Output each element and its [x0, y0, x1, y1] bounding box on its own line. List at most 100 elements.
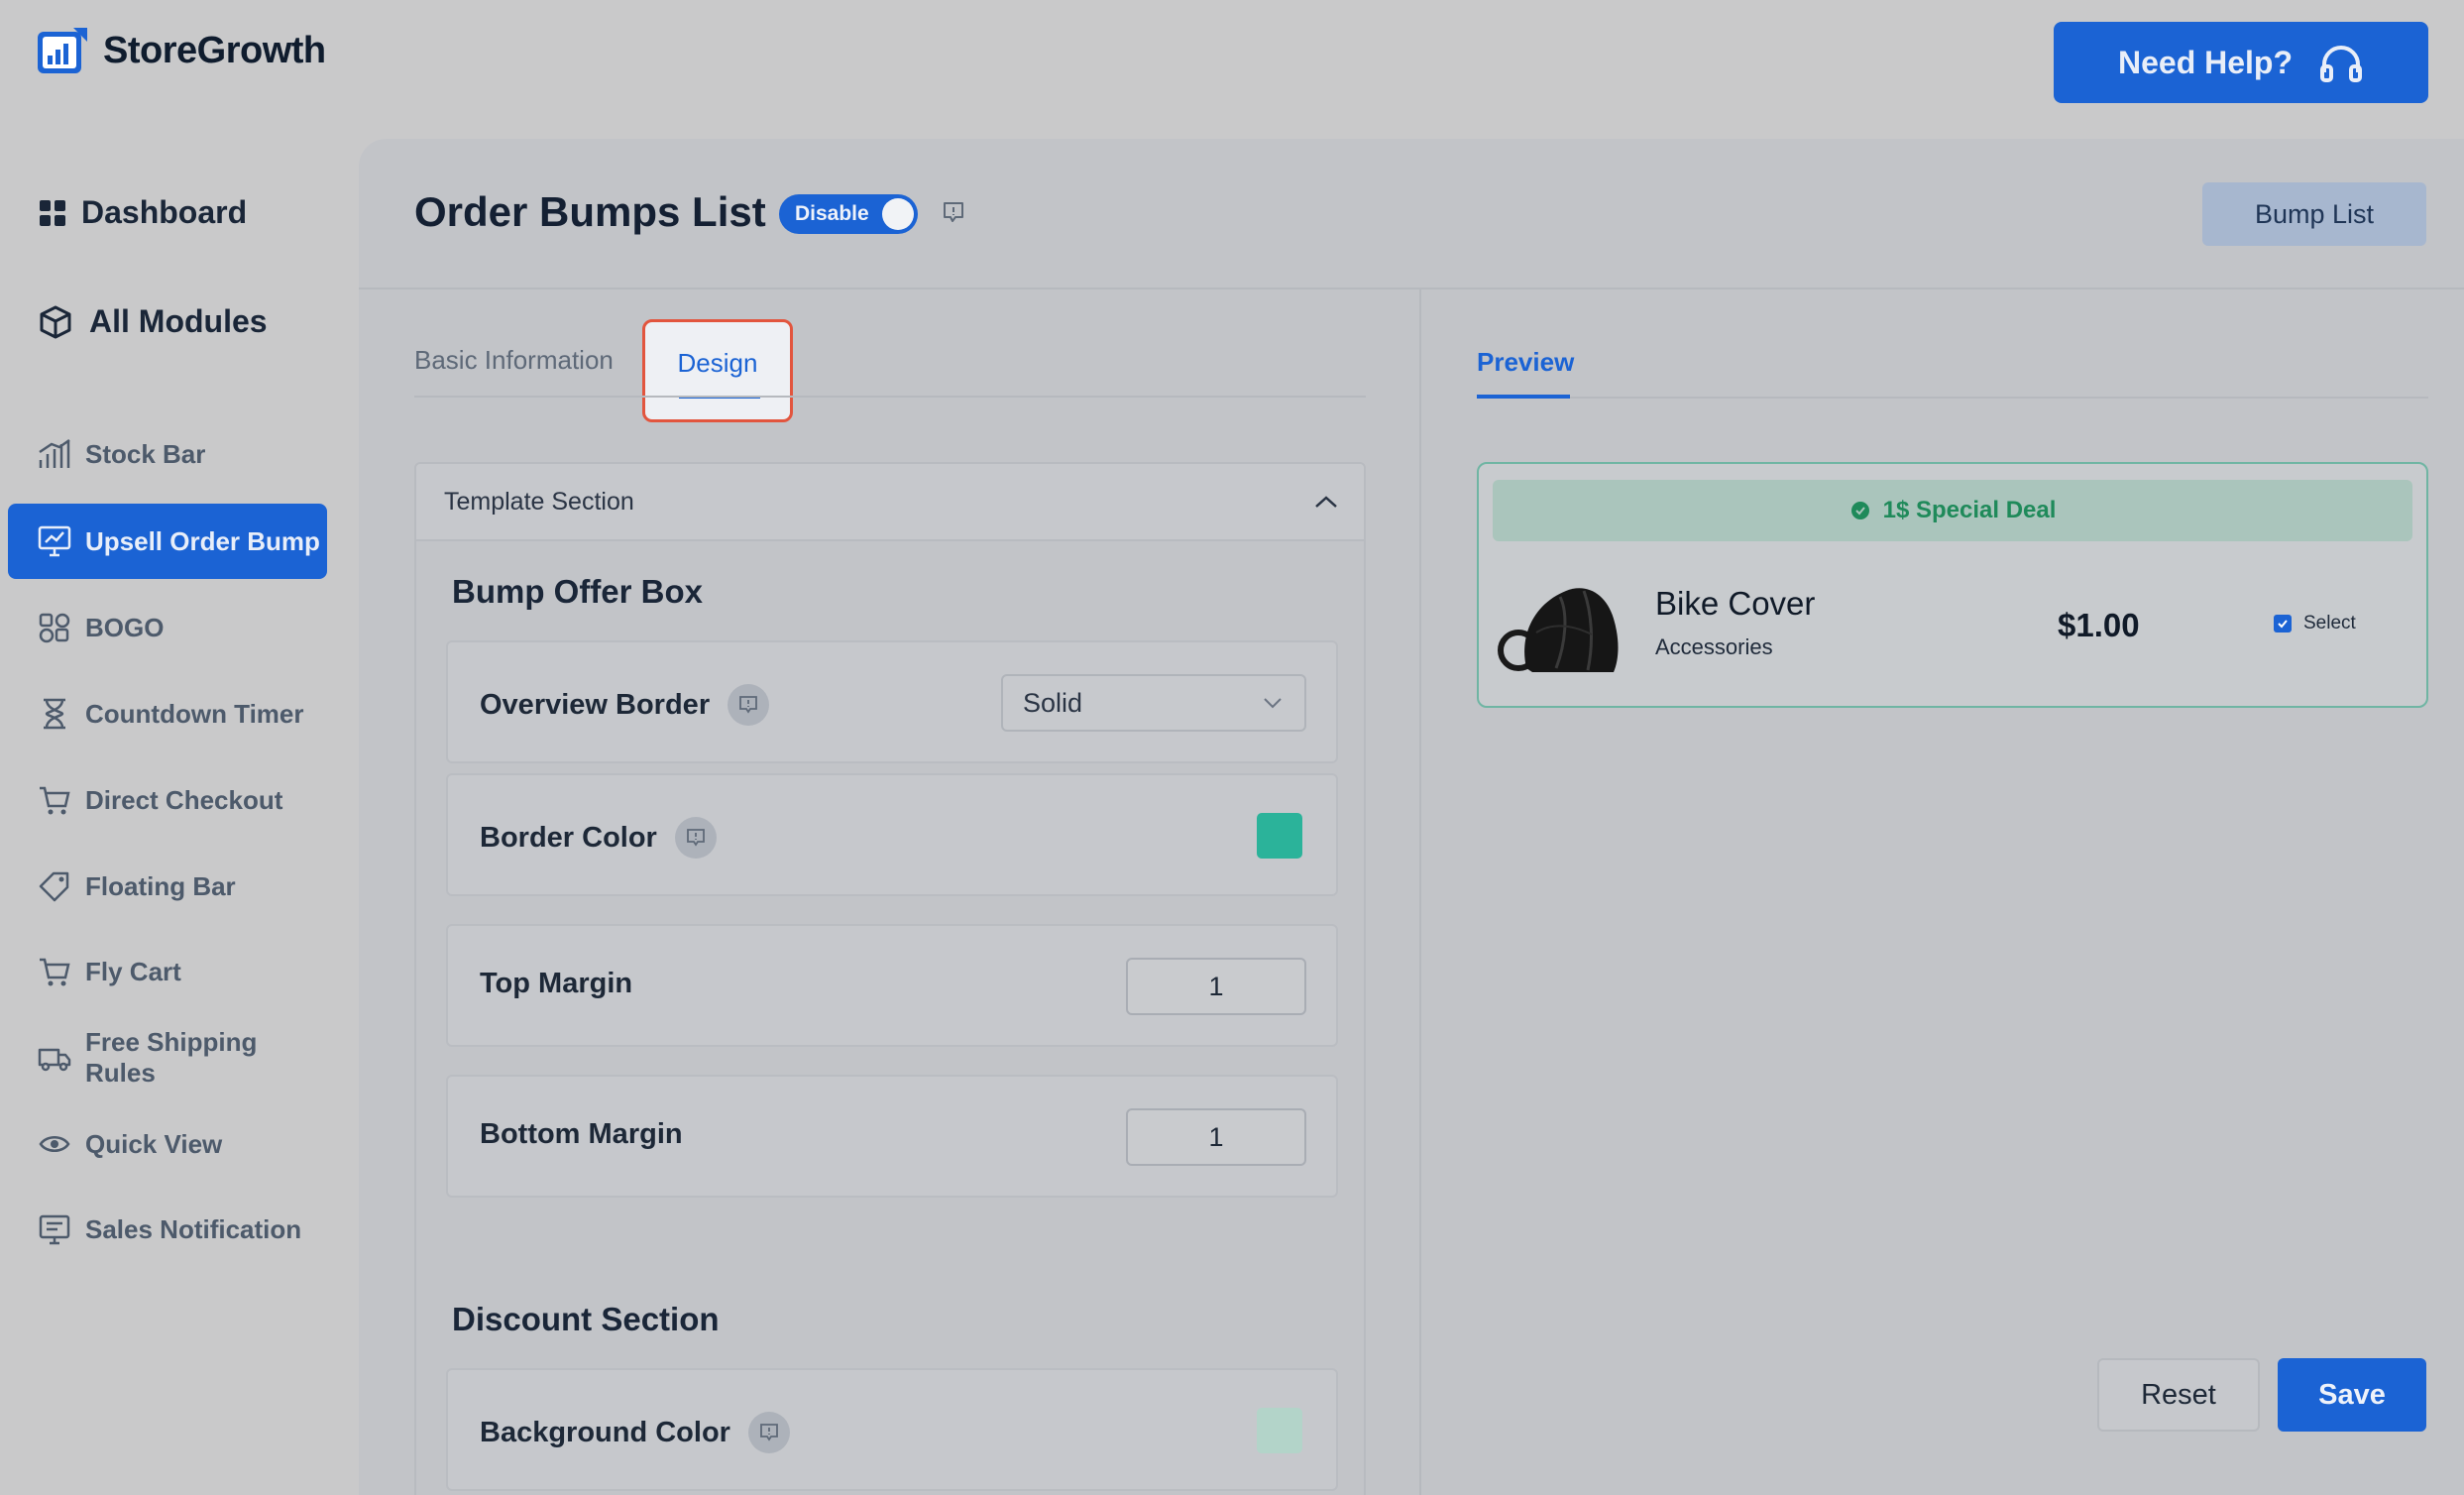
product-price: $1.00: [2058, 607, 2140, 643]
background-color-row: Background Color: [446, 1368, 1338, 1491]
preview-tab-indicator: [1477, 395, 1570, 399]
reset-button[interactable]: Reset: [2097, 1358, 2260, 1432]
overview-border-label: Overview Border: [480, 688, 711, 721]
top-margin-input[interactable]: 1: [1126, 958, 1306, 1015]
logo-icon: [38, 28, 87, 73]
special-deal-banner: 1$ Special Deal: [1493, 480, 2412, 541]
bogo-icon: [39, 613, 70, 643]
sidebar-item-label: Stock Bar: [85, 438, 206, 469]
save-button[interactable]: Save: [2278, 1358, 2426, 1432]
top-margin-label-group: Top Margin: [480, 968, 632, 1000]
border-color-swatch[interactable]: [1257, 813, 1302, 859]
sidebar-item-upsell-order-bump[interactable]: Upsell Order Bump: [8, 504, 327, 579]
order-bump-preview-card: 1$ Special Deal Bike Cover Accessories $…: [1477, 462, 2428, 708]
tab-preview[interactable]: Preview: [1477, 347, 1574, 378]
toggle-label: Disable: [795, 202, 869, 225]
sidebar-item-stock-bar[interactable]: Stock Bar: [8, 416, 327, 492]
toggle-knob: [882, 198, 914, 230]
info-icon[interactable]: [728, 684, 770, 726]
sidebar-item-quick-view[interactable]: Quick View: [8, 1106, 327, 1182]
cart-icon: [40, 786, 70, 815]
top-margin-label: Top Margin: [480, 968, 633, 999]
chevron-down-icon: [1264, 698, 1282, 709]
enable-toggle[interactable]: Disable: [779, 194, 918, 234]
cart-icon: [40, 958, 70, 986]
tabs-divider: [414, 396, 1366, 398]
grid-icon: [40, 199, 65, 226]
sidebar-item-label: Upsell Order Bump: [85, 525, 320, 556]
sidebar-item-label: BOGO: [85, 612, 165, 642]
page-title: Order Bumps List: [414, 188, 766, 235]
bump-offer-box-title: Bump Offer Box: [452, 573, 704, 610]
need-help-label: Need Help?: [2117, 44, 2294, 80]
product-name: Bike Cover: [1655, 585, 1816, 622]
overview-border-row: Overview Border Solid: [446, 640, 1338, 763]
tag-icon: [39, 871, 69, 902]
special-deal-label: 1$ Special Deal: [1882, 497, 2057, 523]
brand-name: StoreGrowth: [103, 29, 326, 71]
tab-design[interactable]: Design: [642, 319, 793, 422]
sidebar-item-all-modules[interactable]: All Modules: [38, 303, 268, 340]
sidebar-item-direct-checkout[interactable]: Direct Checkout: [8, 762, 327, 838]
eye-icon: [39, 1136, 70, 1152]
sidebar-item-label: Fly Cart: [85, 956, 181, 986]
discount-section-title: Discount Section: [452, 1301, 720, 1337]
template-section: Template Section Bump Offer Box Overview…: [414, 462, 1366, 1495]
headphones-icon: [2320, 46, 2363, 82]
overview-border-value: Solid: [1023, 687, 1083, 718]
sidebar-item-free-shipping-rules[interactable]: Free Shipping Rules: [8, 1020, 327, 1095]
info-icon[interactable]: [942, 200, 965, 224]
panel-divider: [1419, 289, 1421, 1495]
product-category: Accessories: [1655, 634, 1773, 659]
select-label: Select: [2303, 613, 2356, 633]
bottom-margin-input[interactable]: 1: [1126, 1108, 1306, 1166]
bottom-margin-label: Bottom Margin: [480, 1118, 683, 1150]
overview-border-label-group: Overview Border: [480, 684, 770, 726]
cube-icon: [40, 305, 71, 338]
bottom-margin-label-group: Bottom Margin: [480, 1118, 683, 1151]
sidebar-item-fly-cart[interactable]: Fly Cart: [8, 934, 327, 1009]
sidebar-item-countdown-timer[interactable]: Countdown Timer: [8, 676, 327, 751]
sidebar-item-label: Direct Checkout: [85, 784, 283, 815]
sidebar: Dashboard All Modules Stock Bar Upsell O…: [0, 139, 359, 1495]
chevron-up-icon[interactable]: [1314, 495, 1338, 509]
sidebar-item-bogo[interactable]: BOGO: [8, 590, 327, 665]
notification-icon: [39, 1214, 70, 1245]
sidebar-item-floating-bar[interactable]: Floating Bar: [8, 849, 327, 924]
info-icon[interactable]: [747, 1412, 790, 1453]
sidebar-item-label: Floating Bar: [85, 870, 236, 901]
tab-basic-information[interactable]: Basic Information: [414, 345, 614, 376]
overview-border-select[interactable]: Solid: [1001, 674, 1306, 732]
bump-list-button[interactable]: Bump List: [2202, 182, 2426, 246]
template-section-label: Template Section: [444, 487, 634, 516]
background-color-swatch[interactable]: [1257, 1408, 1302, 1453]
select-checkbox[interactable]: [2274, 615, 2292, 632]
border-color-label: Border Color: [480, 821, 657, 854]
need-help-button[interactable]: Need Help?: [2054, 22, 2428, 103]
brand-logo[interactable]: StoreGrowth: [36, 26, 326, 75]
background-color-label-group: Background Color: [480, 1412, 790, 1453]
tab-design-label: Design: [677, 348, 758, 378]
badge-icon: [1850, 502, 1869, 519]
sidebar-item-sales-notification[interactable]: Sales Notification: [8, 1192, 327, 1267]
page-header: Order Bumps List Disable Bump List: [359, 139, 2464, 289]
main-panel: Order Bumps List Disable Bump List Basic…: [359, 139, 2464, 1495]
sidebar-item-label: Countdown Timer: [85, 698, 304, 729]
hourglass-icon: [44, 698, 65, 730]
background-color-label: Background Color: [480, 1416, 730, 1448]
truck-icon: [38, 1048, 71, 1072]
bar-chart-icon: [39, 438, 70, 468]
border-color-row: Border Color: [446, 773, 1338, 896]
preview-tabs-divider: [1477, 397, 2428, 399]
sidebar-item-label: Dashboard: [81, 194, 248, 230]
template-section-header[interactable]: Template Section: [416, 464, 1364, 541]
border-color-label-group: Border Color: [480, 817, 717, 859]
sidebar-item-dashboard[interactable]: Dashboard: [40, 194, 247, 231]
bottom-margin-row: Bottom Margin 1: [446, 1075, 1338, 1198]
sidebar-item-label: Quick View: [85, 1128, 223, 1159]
sidebar-item-label: Sales Notification: [85, 1213, 302, 1244]
info-icon[interactable]: [674, 817, 717, 859]
bike-cover-image: [1498, 588, 1619, 672]
top-margin-row: Top Margin 1: [446, 924, 1338, 1047]
sidebar-item-label: All Modules: [89, 303, 268, 339]
